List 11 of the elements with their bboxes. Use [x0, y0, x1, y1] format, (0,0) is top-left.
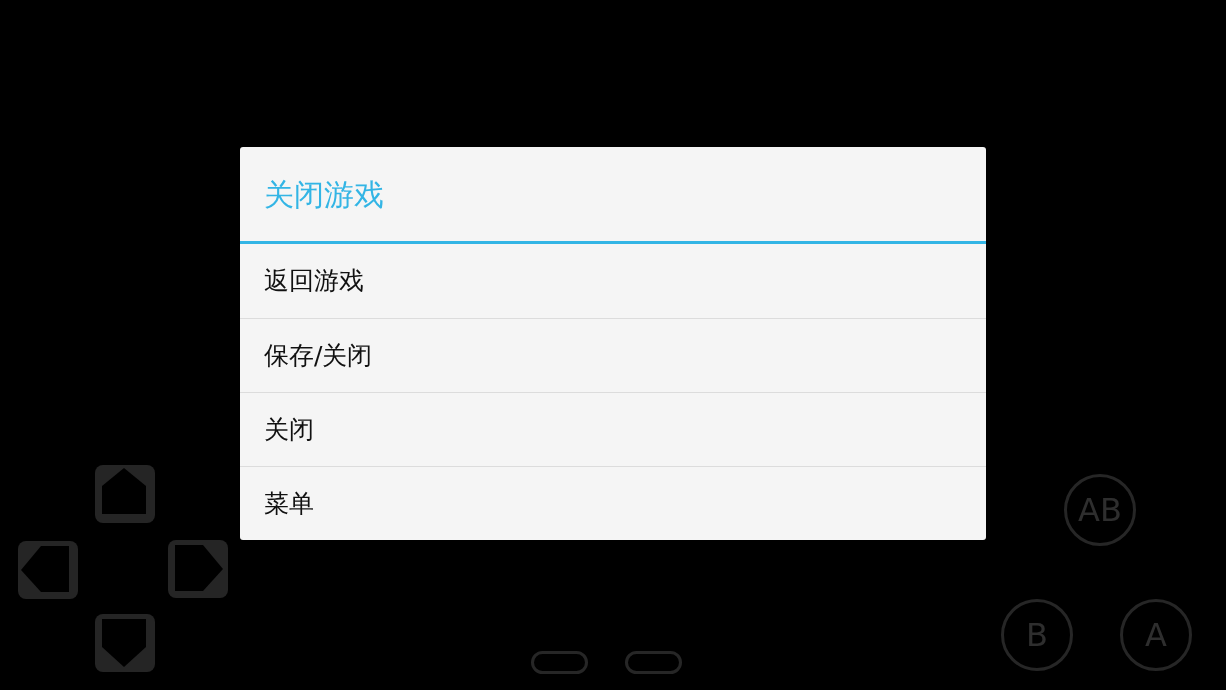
- pill-button[interactable]: [625, 651, 682, 674]
- arrow-button[interactable]: [17, 540, 79, 600]
- arrow-button[interactable]: [167, 539, 229, 599]
- menu-item[interactable]: 关闭: [240, 392, 986, 466]
- arrow-button[interactable]: [94, 464, 156, 524]
- dialog-title: 关闭游戏: [264, 175, 384, 214]
- menu-item[interactable]: 保存/关闭: [240, 318, 986, 392]
- pill-button[interactable]: [531, 651, 588, 674]
- menu-item[interactable]: 返回游戏: [240, 244, 986, 318]
- menu-item[interactable]: 菜单: [240, 466, 986, 540]
- arrow-button[interactable]: [94, 613, 156, 673]
